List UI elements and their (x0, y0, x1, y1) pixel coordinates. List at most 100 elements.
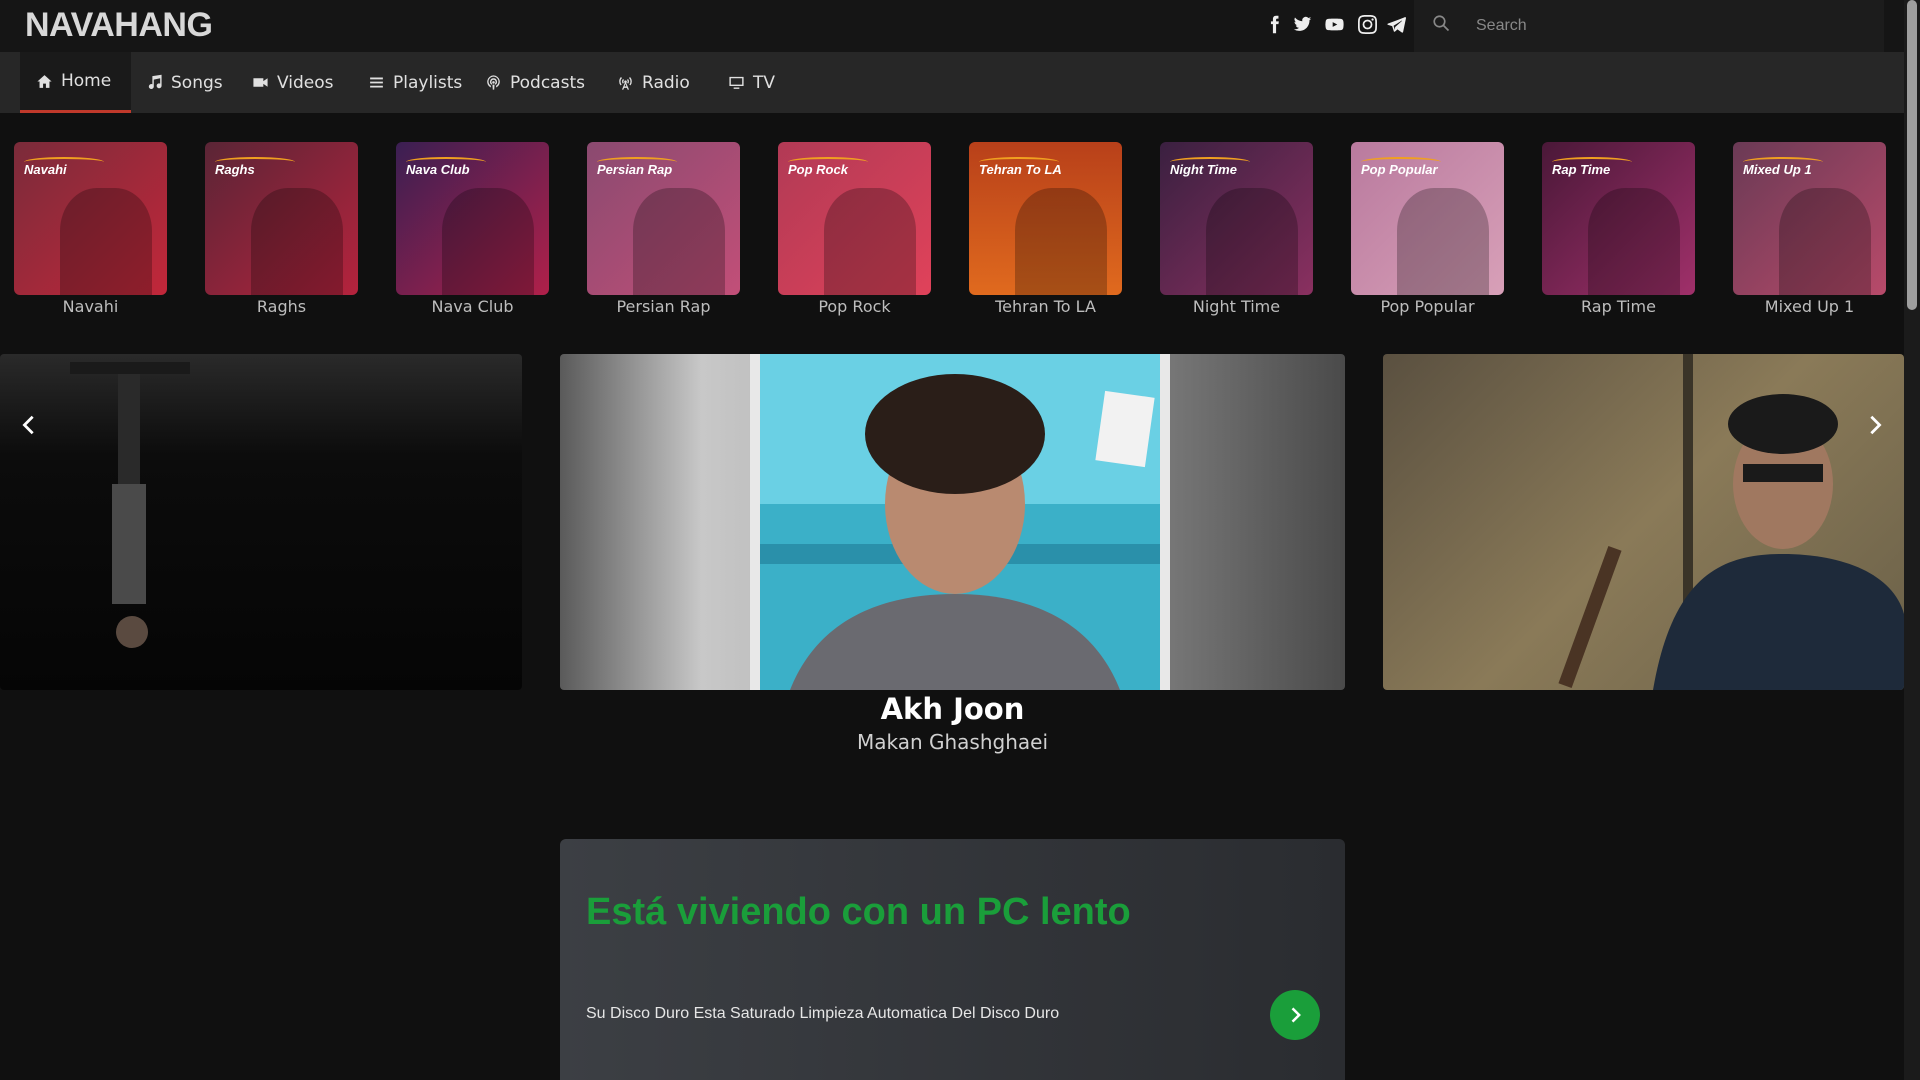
list-icon (370, 77, 383, 88)
playlist-card[interactable]: Tehran To LA Tehran To LA (969, 142, 1122, 316)
playlist-cover[interactable]: Navahi (14, 142, 167, 295)
playlist-cover-tag: Navahi (24, 162, 67, 177)
search-icon (1433, 15, 1450, 32)
playlist-cover-tag: Raghs (215, 162, 255, 177)
slider-next-button[interactable] (1860, 405, 1890, 445)
playlist-cover-tag: Mixed Up 1 (1743, 162, 1812, 177)
chevron-right-icon (1291, 1007, 1301, 1023)
top-header: NAVAHANG (0, 0, 1904, 52)
playlist-cover-tag: Tehran To LA (979, 162, 1062, 177)
playlist-cover[interactable]: Mixed Up 1 (1733, 142, 1886, 295)
featured-slider (0, 354, 1904, 690)
playlist-cover-tag: Persian Rap (597, 162, 673, 177)
playlist-cover-tag: Pop Popular (1361, 162, 1438, 177)
nav-songs-label: Songs (171, 72, 223, 93)
playlist-cover[interactable]: Night Time (1160, 142, 1313, 295)
playlist-cover-tag: Pop Rock (788, 162, 848, 177)
nav-podcasts-label: Podcasts (510, 72, 585, 93)
nav-tv-label: TV (753, 72, 776, 93)
tv-icon (729, 76, 744, 89)
playlist-label[interactable]: Raghs (205, 297, 358, 316)
ad-go-button[interactable] (1270, 990, 1320, 1040)
nav-playlists[interactable]: Playlists (352, 52, 462, 113)
slide-previous[interactable] (0, 354, 522, 690)
ad-banner[interactable]: Está viviendo con un PC lento Su Disco D… (560, 839, 1345, 1080)
featured-song-artist[interactable]: Makan Ghashghaei (560, 730, 1345, 754)
playlist-cover[interactable]: Raghs (205, 142, 358, 295)
playlist-card[interactable]: Navahi Navahi (14, 142, 167, 316)
playlist-label[interactable]: Nava Club (396, 297, 549, 316)
radio-icon (619, 76, 632, 90)
nav-home[interactable]: Home (20, 52, 131, 113)
slide-next[interactable] (1383, 354, 1904, 690)
playlist-label[interactable]: Navahi (14, 297, 167, 316)
playlist-cover[interactable]: Tehran To LA (969, 142, 1122, 295)
playlist-cover-tag: Night Time (1170, 162, 1237, 177)
chevron-left-icon (22, 415, 34, 435)
playlists-row: Navahi Navahi Raghs Raghs Nava Club Nava… (0, 142, 1904, 322)
podcast-icon (487, 75, 500, 90)
facebook-icon[interactable] (1262, 12, 1286, 36)
playlist-cover-figure (250, 187, 343, 295)
page-scrollbar[interactable] (1904, 0, 1920, 1080)
site-logo[interactable]: NAVAHANG (25, 6, 213, 45)
playlist-cover[interactable]: Persian Rap (587, 142, 740, 295)
playlist-card[interactable]: Pop Rock Pop Rock (778, 142, 931, 316)
search-input[interactable] (1474, 10, 1868, 42)
playlist-cover-figure (59, 187, 152, 295)
music-icon (148, 74, 162, 89)
slide-current-image (750, 354, 1170, 690)
slide-current[interactable] (560, 354, 1345, 690)
telegram-icon[interactable] (1384, 12, 1408, 36)
playlist-cover-figure (1587, 187, 1680, 295)
video-icon (253, 78, 268, 87)
nav-radio[interactable]: Radio (601, 52, 690, 113)
youtube-icon[interactable] (1322, 12, 1346, 36)
twitter-icon[interactable] (1290, 12, 1314, 36)
nav-radio-label: Radio (642, 72, 690, 93)
playlist-cover-figure (1396, 187, 1489, 295)
playlist-card[interactable]: Night Time Night Time (1160, 142, 1313, 316)
playlist-label[interactable]: Pop Rock (778, 297, 931, 316)
playlist-label[interactable]: Persian Rap (587, 297, 740, 316)
nav-home-label: Home (61, 71, 112, 91)
nav-videos[interactable]: Videos (236, 52, 334, 113)
playlist-cover-figure (1778, 187, 1871, 295)
nav-playlists-label: Playlists (393, 72, 463, 93)
playlist-label[interactable]: Rap Time (1542, 297, 1695, 316)
instagram-icon[interactable] (1355, 12, 1379, 36)
playlist-label[interactable]: Night Time (1160, 297, 1313, 316)
playlist-card[interactable]: Mixed Up 1 Mixed Up 1 (1733, 142, 1886, 316)
playlist-label[interactable]: Pop Popular (1351, 297, 1504, 316)
playlist-label[interactable]: Tehran To LA (969, 297, 1122, 316)
slide-next-image (1558, 354, 1904, 690)
search-box[interactable] (1414, 0, 1884, 52)
playlist-card[interactable]: Nava Club Nava Club (396, 142, 549, 316)
playlist-cover[interactable]: Pop Popular (1351, 142, 1504, 295)
playlist-card[interactable]: Persian Rap Persian Rap (587, 142, 740, 316)
nav-tv[interactable]: TV (712, 52, 775, 113)
playlist-cover-figure (1014, 187, 1107, 295)
playlist-cover[interactable]: Pop Rock (778, 142, 931, 295)
playlist-card[interactable]: Raghs Raghs (205, 142, 358, 316)
playlist-cover-tag: Rap Time (1552, 162, 1611, 177)
main-nav: Home Songs Videos Playlists Podcasts Rad… (0, 52, 1904, 113)
nav-videos-label: Videos (277, 72, 334, 93)
playlist-label[interactable]: Mixed Up 1 (1733, 297, 1886, 316)
playlist-cover[interactable]: Nava Club (396, 142, 549, 295)
playlist-cover[interactable]: Rap Time (1542, 142, 1695, 295)
playlist-cover-figure (441, 187, 534, 295)
playlist-cover-figure (823, 187, 916, 295)
featured-song-title[interactable]: Akh Joon (560, 692, 1345, 726)
slider-prev-button[interactable] (14, 405, 44, 445)
playlist-cover-tag: Nava Club (406, 162, 470, 177)
scrollbar-thumb[interactable] (1907, 0, 1917, 310)
nav-podcasts[interactable]: Podcasts (469, 52, 585, 113)
playlist-cover-figure (632, 187, 725, 295)
playlist-card[interactable]: Rap Time Rap Time (1542, 142, 1695, 316)
ad-title[interactable]: Está viviendo con un PC lento (586, 891, 1131, 934)
nav-songs[interactable]: Songs (130, 52, 223, 113)
slide-previous-image (70, 362, 190, 648)
chevron-right-icon (1870, 415, 1882, 435)
playlist-card[interactable]: Pop Popular Pop Popular (1351, 142, 1504, 316)
